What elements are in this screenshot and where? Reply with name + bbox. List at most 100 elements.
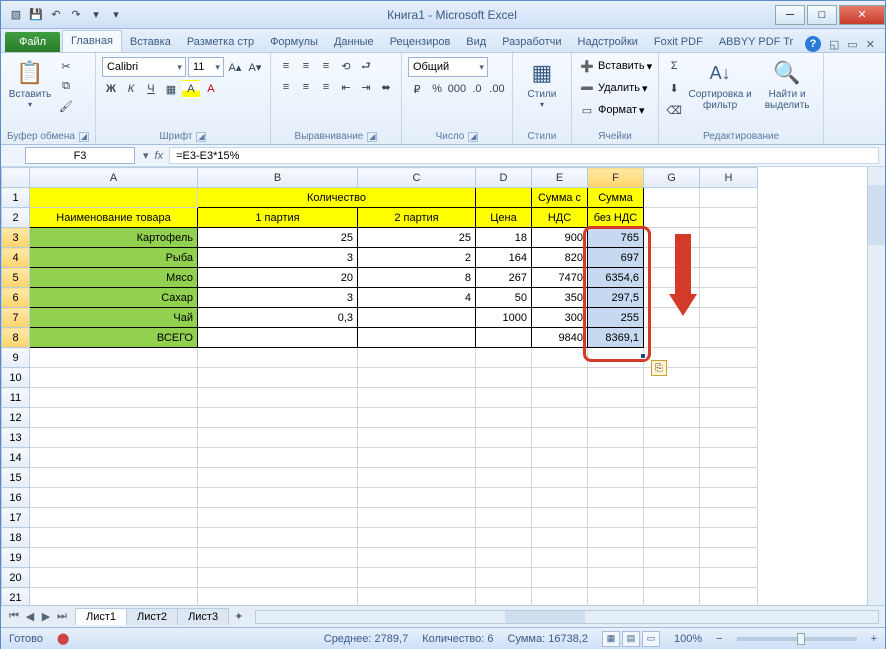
row-header-1[interactable]: 1 — [2, 188, 30, 208]
tab-data[interactable]: Данные — [326, 32, 382, 52]
autofill-options-icon[interactable]: ⎘ — [651, 360, 667, 376]
delete-cells-button[interactable]: ➖Удалить ▾ — [578, 79, 652, 97]
col-header-F[interactable]: F — [588, 168, 644, 188]
cell-D5[interactable]: 267 — [476, 268, 532, 288]
cell-B21[interactable] — [198, 588, 358, 606]
cell-A1[interactable] — [30, 188, 198, 208]
vertical-scrollbar[interactable] — [867, 167, 885, 605]
cell-E7[interactable]: 300 — [532, 308, 588, 328]
help-icon[interactable]: ? — [805, 36, 821, 52]
col-header-B[interactable]: B — [198, 168, 358, 188]
col-header-H[interactable]: H — [700, 168, 758, 188]
row-header-16[interactable]: 16 — [2, 488, 30, 508]
cell-E14[interactable] — [532, 448, 588, 468]
align-right-icon[interactable]: ≡ — [317, 78, 335, 96]
cell-F1[interactable]: Сумма — [588, 188, 644, 208]
cell-C13[interactable] — [358, 428, 476, 448]
row-header-17[interactable]: 17 — [2, 508, 30, 528]
ribbon-minimize-icon[interactable]: ◱ — [829, 38, 839, 51]
align-center-icon[interactable]: ≡ — [297, 78, 315, 96]
comma-icon[interactable]: 000 — [448, 80, 466, 98]
cell-H16[interactable] — [700, 488, 758, 508]
ribbon-restore-icon[interactable]: ▭ — [847, 38, 857, 51]
col-header-E[interactable]: E — [532, 168, 588, 188]
cell-B15[interactable] — [198, 468, 358, 488]
row-header-10[interactable]: 10 — [2, 368, 30, 388]
view-buttons[interactable]: ▦▤▭ — [602, 631, 660, 647]
cell-H3[interactable] — [700, 228, 758, 248]
cell-F13[interactable] — [588, 428, 644, 448]
new-sheet-icon[interactable]: ✦ — [228, 610, 249, 623]
currency-icon[interactable]: ₽ — [408, 80, 426, 98]
select-all-corner[interactable] — [2, 168, 30, 188]
cell-G12[interactable] — [644, 408, 700, 428]
cell-B6[interactable]: 3 — [198, 288, 358, 308]
cell-H1[interactable] — [700, 188, 758, 208]
file-tab[interactable]: Файл — [5, 32, 60, 52]
border-icon[interactable]: ▦ — [162, 80, 180, 98]
fx-icon[interactable]: fx — [155, 150, 164, 162]
orientation-icon[interactable]: ⟲ — [337, 57, 355, 75]
row-header-11[interactable]: 11 — [2, 388, 30, 408]
cell-H11[interactable] — [700, 388, 758, 408]
fill-handle[interactable] — [640, 353, 646, 359]
cell-A8[interactable]: ВСЕГО — [30, 328, 198, 348]
cell-A5[interactable]: Мясо — [30, 268, 198, 288]
cell-A16[interactable] — [30, 488, 198, 508]
row-header-8[interactable]: 8 — [2, 328, 30, 348]
col-header-D[interactable]: D — [476, 168, 532, 188]
cell-F19[interactable] — [588, 548, 644, 568]
row-header-18[interactable]: 18 — [2, 528, 30, 548]
cell-H18[interactable] — [700, 528, 758, 548]
cell-D20[interactable] — [476, 568, 532, 588]
cell-H5[interactable] — [700, 268, 758, 288]
align-left-icon[interactable]: ≡ — [277, 78, 295, 96]
cell-D21[interactable] — [476, 588, 532, 606]
cell-H8[interactable] — [700, 328, 758, 348]
cell-D15[interactable] — [476, 468, 532, 488]
inc-decimal-icon[interactable]: .0 — [468, 80, 486, 98]
zoom-slider[interactable] — [737, 637, 857, 641]
cell-B10[interactable] — [198, 368, 358, 388]
row-header-14[interactable]: 14 — [2, 448, 30, 468]
undo-icon[interactable]: ↶ — [47, 6, 65, 24]
styles-button[interactable]: ▦ Стили▾ — [519, 57, 565, 109]
cell-F2[interactable]: без НДС — [588, 208, 644, 228]
cell-D12[interactable] — [476, 408, 532, 428]
cell-A18[interactable] — [30, 528, 198, 548]
worksheet[interactable]: ABCDEFGH1КоличествоСумма сСумма2Наименов… — [1, 167, 885, 605]
zoom-level[interactable]: 100% — [674, 633, 702, 645]
cell-D6[interactable]: 50 — [476, 288, 532, 308]
tab-nav[interactable]: ⏮◀▶⏭ — [1, 610, 75, 623]
autosum-icon[interactable]: Σ — [665, 57, 683, 75]
cell-H4[interactable] — [700, 248, 758, 268]
cell-B1[interactable]: Количество — [198, 188, 476, 208]
cell-B3[interactable]: 25 — [198, 228, 358, 248]
grow-font-icon[interactable]: A▴ — [226, 58, 244, 76]
find-select-button[interactable]: 🔍 Найти и выделить — [757, 57, 817, 111]
cell-G8[interactable] — [644, 328, 700, 348]
cell-F17[interactable] — [588, 508, 644, 528]
cell-C14[interactable] — [358, 448, 476, 468]
cell-A7[interactable]: Чай — [30, 308, 198, 328]
cell-B19[interactable] — [198, 548, 358, 568]
sort-filter-button[interactable]: A↓ Сортировка и фильтр — [687, 57, 753, 111]
cell-B14[interactable] — [198, 448, 358, 468]
cell-C18[interactable] — [358, 528, 476, 548]
cell-G21[interactable] — [644, 588, 700, 606]
row-header-15[interactable]: 15 — [2, 468, 30, 488]
cell-B11[interactable] — [198, 388, 358, 408]
row-header-2[interactable]: 2 — [2, 208, 30, 228]
cell-C9[interactable] — [358, 348, 476, 368]
row-header-20[interactable]: 20 — [2, 568, 30, 588]
cell-A19[interactable] — [30, 548, 198, 568]
cell-D3[interactable]: 18 — [476, 228, 532, 248]
cell-E4[interactable]: 820 — [532, 248, 588, 268]
cell-F20[interactable] — [588, 568, 644, 588]
cell-E15[interactable] — [532, 468, 588, 488]
row-header-6[interactable]: 6 — [2, 288, 30, 308]
cell-F6[interactable]: 297,5 — [588, 288, 644, 308]
cell-E20[interactable] — [532, 568, 588, 588]
cell-C5[interactable]: 8 — [358, 268, 476, 288]
cell-F16[interactable] — [588, 488, 644, 508]
